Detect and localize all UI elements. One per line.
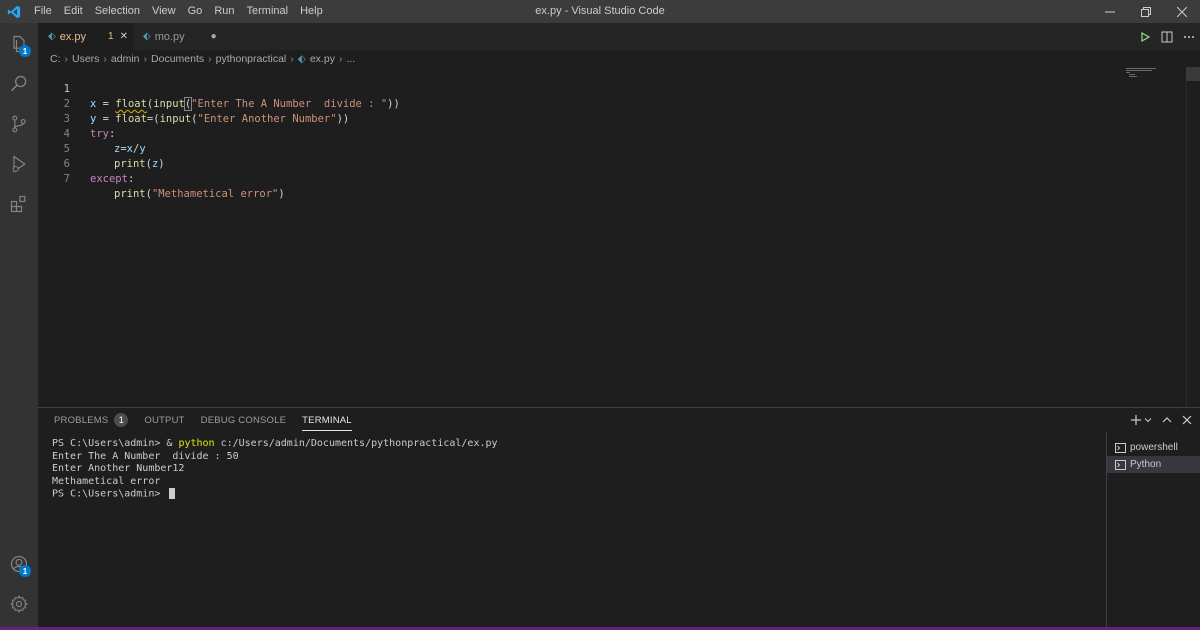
code-line: 4 z=x/y <box>38 112 1118 155</box>
tab-mo-py[interactable]: ⬖ mo.py ● <box>133 23 223 50</box>
terminal-line: Methametical error <box>52 475 161 487</box>
terminal-line: PS C:\Users\admin> <box>52 488 1102 501</box>
breadcrumb-item[interactable]: pythonpractical <box>216 53 287 65</box>
tab-bar: ⬖ ex.py 1 ✕ ⬖ mo.py ● <box>38 23 1200 50</box>
terminal-item-label: powershell <box>1130 442 1178 453</box>
code-text: print("Methametical error") <box>114 188 285 200</box>
chevron-right-icon: › <box>290 52 294 65</box>
tab-debug-console-label: DEBUG CONSOLE <box>200 414 287 426</box>
more-actions-icon[interactable] <box>1178 31 1200 43</box>
terminal-output[interactable]: PS C:\Users\admin> & python c:/Users/adm… <box>52 438 1102 501</box>
source-control-icon[interactable] <box>0 105 38 143</box>
tab-debug-console[interactable]: DEBUG CONSOLE <box>201 408 286 432</box>
breadcrumb-item[interactable]: ex.py <box>310 53 335 65</box>
tab-terminal-label: TERMINAL <box>302 414 352 426</box>
panel-actions <box>1120 408 1192 432</box>
bottom-panel: PROBLEMS 1 OUTPUT DEBUG CONSOLE TERMINAL… <box>38 407 1200 628</box>
code-line: 3 try: <box>38 97 1118 140</box>
tab-problems-label: PROBLEMS <box>54 414 109 426</box>
code-editor[interactable]: 1 x = float(input("Enter The A Number di… <box>38 67 1200 407</box>
minimap[interactable] <box>1126 67 1174 79</box>
menu-edit[interactable]: Edit <box>58 0 89 23</box>
terminal-icon <box>1115 442 1126 453</box>
line-number: 7 <box>63 173 70 185</box>
breadcrumb-item[interactable]: admin <box>111 53 140 65</box>
breadcrumb-item[interactable]: Users <box>72 53 99 65</box>
tab-problems[interactable]: PROBLEMS 1 <box>54 408 129 432</box>
tab-label: ex.py <box>59 30 86 43</box>
terminal-line: Enter The A Number divide : 50 <box>52 450 239 462</box>
chevron-right-icon: › <box>143 52 148 65</box>
menu-file[interactable]: File <box>28 0 58 23</box>
breadcrumb-item[interactable]: Documents <box>151 53 204 65</box>
terminal-line: Enter Another Number12 <box>52 463 185 475</box>
breadcrumb: C: › Users › admin › Documents › pythonpract… <box>38 50 1200 67</box>
tab-problems-count: 1 <box>108 31 114 42</box>
close-window-icon[interactable] <box>1164 0 1200 23</box>
python-file-icon: ⬖ <box>297 52 306 65</box>
terminal-list: powershell Python <box>1106 432 1200 628</box>
chevron-right-icon: › <box>64 52 69 65</box>
menu-help[interactable]: Help <box>294 0 329 23</box>
tab-ex-py[interactable]: ⬖ ex.py 1 ✕ <box>38 23 133 50</box>
tab-output[interactable]: OUTPUT <box>144 408 184 432</box>
terminal-cursor <box>169 488 176 500</box>
python-file-icon: ⬖ <box>48 31 56 42</box>
title-bar: File Edit Selection View Go Run Terminal… <box>0 0 1200 23</box>
tab-close-icon[interactable]: ✕ <box>120 31 128 42</box>
minimize-icon[interactable] <box>1092 0 1128 23</box>
accounts-icon[interactable]: 1 <box>0 545 38 583</box>
new-terminal-icon[interactable] <box>1130 414 1142 426</box>
vscode-logo-icon <box>0 0 28 23</box>
explorer-badge: 1 <box>19 45 31 57</box>
search-icon[interactable] <box>0 65 38 103</box>
code-line: 6 except: <box>38 142 1118 185</box>
maximize-panel-icon[interactable] <box>1162 415 1172 425</box>
window-controls <box>1092 0 1200 23</box>
menu-go[interactable]: Go <box>182 0 209 23</box>
breadcrumb-item[interactable]: C: <box>50 53 61 65</box>
tab-label: mo.py <box>154 30 185 43</box>
chevron-right-icon: › <box>208 52 212 65</box>
terminal-item-python[interactable]: Python <box>1107 456 1200 473</box>
code-text: except: <box>90 173 135 185</box>
menu-bar: File Edit Selection View Go Run Terminal… <box>28 0 329 23</box>
panel-tabs: PROBLEMS 1 OUTPUT DEBUG CONSOLE TERMINAL <box>38 408 1200 432</box>
activity-bar: 1 1 <box>0 23 38 627</box>
menu-run[interactable]: Run <box>208 0 240 23</box>
close-panel-icon[interactable] <box>1182 415 1192 425</box>
menu-terminal[interactable]: Terminal <box>241 0 295 23</box>
code-line: 2 y = float=(input("Enter Another Number… <box>38 82 1118 125</box>
chevron-down-icon[interactable] <box>1144 416 1152 424</box>
breadcrumb-item[interactable]: ... <box>346 53 355 65</box>
editor-scrollbar[interactable] <box>1186 67 1200 407</box>
code-line: 5 print(z) <box>38 127 1118 170</box>
gear-icon[interactable] <box>0 585 38 623</box>
code-line: 1 x = float(input("Enter The A Number di… <box>38 67 1118 111</box>
chevron-right-icon: › <box>103 52 107 65</box>
explorer-icon[interactable]: 1 <box>0 25 38 63</box>
scrollbar-thumb[interactable] <box>1186 67 1200 81</box>
terminal-icon <box>1115 459 1126 470</box>
editor-actions <box>1134 23 1200 50</box>
menu-view[interactable]: View <box>146 0 182 23</box>
tab-terminal[interactable]: TERMINAL <box>302 408 352 432</box>
restore-icon[interactable] <box>1128 0 1164 23</box>
terminal-line: PS C:\Users\admin> & python c:/Users/adm… <box>52 438 498 449</box>
run-debug-icon[interactable] <box>0 145 38 183</box>
menu-selection[interactable]: Selection <box>89 0 146 23</box>
terminal-item-label: Python <box>1130 459 1162 470</box>
problems-badge: 1 <box>114 413 129 427</box>
terminal-item-powershell[interactable]: powershell <box>1107 439 1200 456</box>
python-file-icon: ⬖ <box>143 31 151 42</box>
code-line: 7 print("Methametical error") <box>38 157 1118 200</box>
accounts-badge: 1 <box>19 565 31 577</box>
tab-output-label: OUTPUT <box>144 414 185 426</box>
split-editor-icon[interactable] <box>1156 31 1178 43</box>
chevron-right-icon: › <box>338 52 343 65</box>
extensions-icon[interactable] <box>0 185 38 223</box>
unsaved-dot-icon[interactable]: ● <box>211 31 217 42</box>
run-python-file-icon[interactable] <box>1134 31 1156 43</box>
